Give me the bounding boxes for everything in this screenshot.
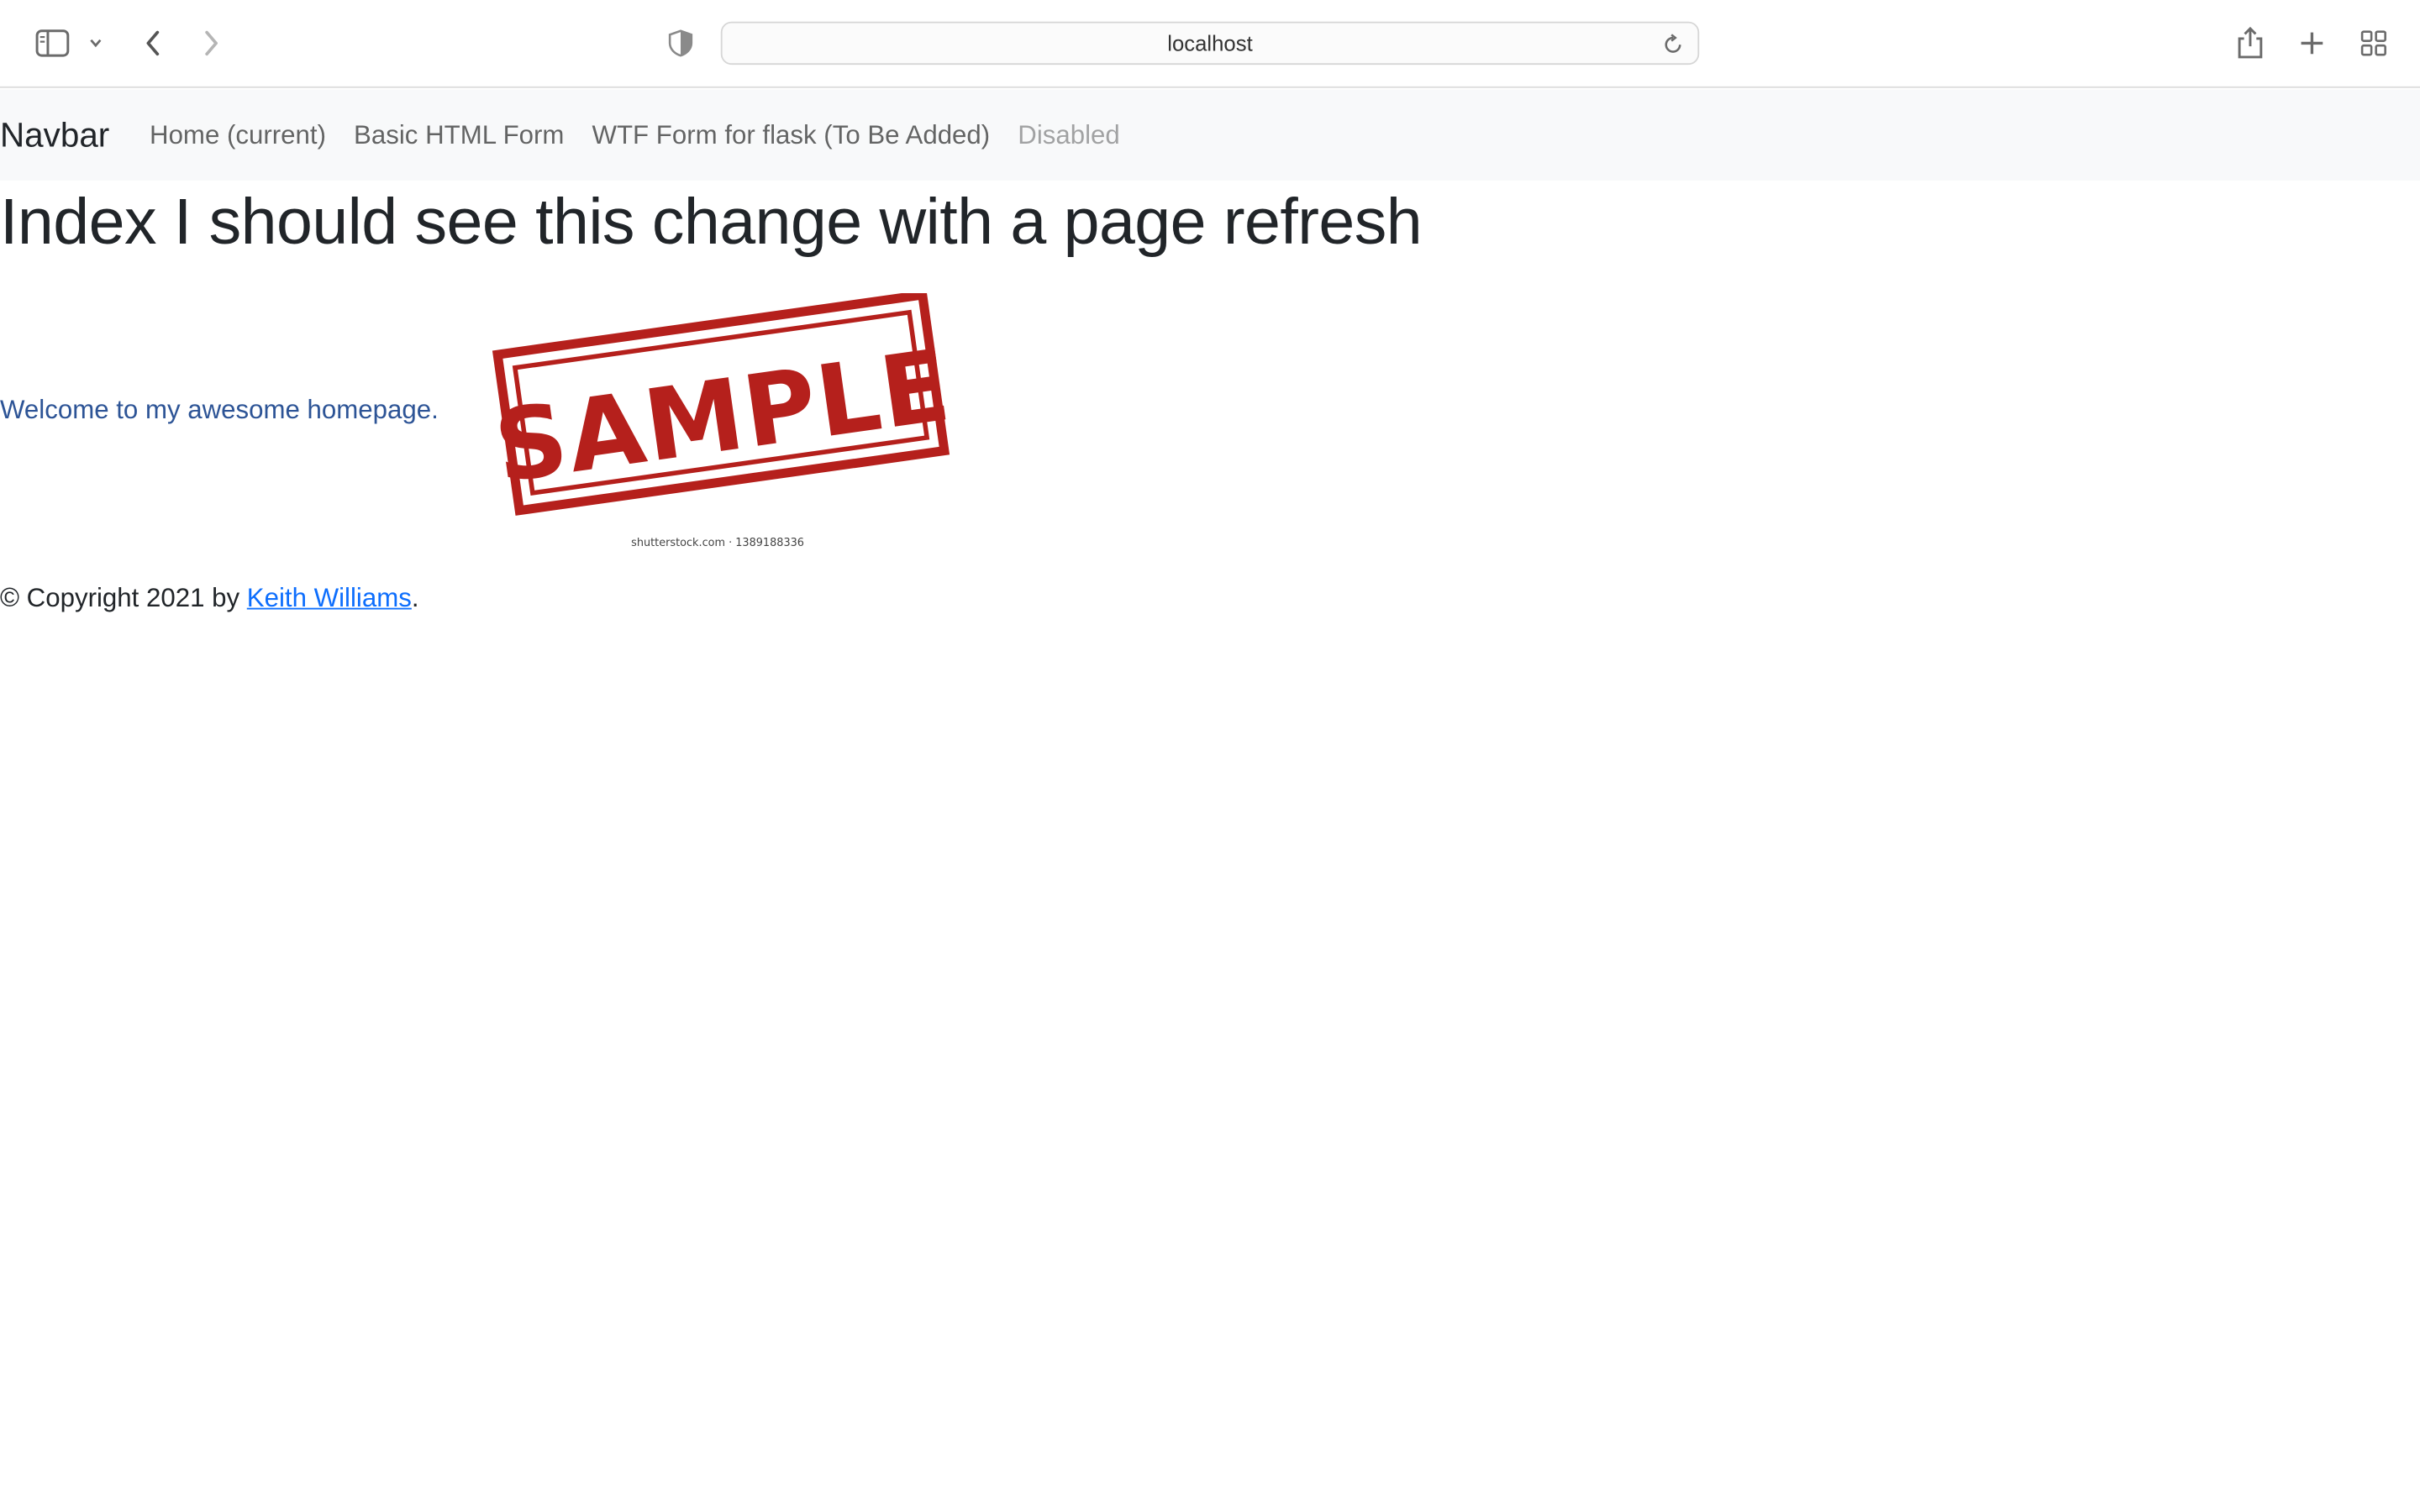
navbar: Navbar Home (current) Basic HTML Form WT… [0,89,2420,181]
nav-link-basic-html-form[interactable]: Basic HTML Form [354,119,564,150]
nav-link-disabled: Disabled [1018,119,1120,150]
page-title: Index I should see this change with a pa… [0,185,1423,258]
sidebar-icon[interactable] [28,22,77,65]
navbar-brand[interactable]: Navbar [0,115,109,155]
shield-icon[interactable] [660,22,701,65]
footer-prefix: © Copyright 2021 by [0,583,247,613]
browser-toolbar: localhost [0,0,2420,88]
tab-overview-icon[interactable] [2352,22,2395,65]
forward-arrow-icon[interactable] [192,22,232,65]
welcome-text: Welcome to my awesome homepage. [0,395,439,425]
reload-icon[interactable] [1658,29,1689,60]
footer: © Copyright 2021 by Keith Williams. [0,583,419,614]
nav-link-home[interactable]: Home (current) [150,119,326,150]
chevron-down-icon[interactable] [82,22,109,65]
footer-suffix: . [411,583,419,613]
back-arrow-icon[interactable] [133,22,173,65]
sample-stamp-image: SAMPLE shutterstock.com · 1389188336 [485,289,958,555]
nav-link-wtf-form[interactable]: WTF Form for flask (To Be Added) [592,119,991,150]
address-bar[interactable]: localhost [720,21,1700,66]
plus-icon[interactable] [2291,22,2333,65]
address-text: localhost [1167,30,1253,56]
share-icon[interactable] [2228,22,2271,65]
image-caption: shutterstock.com · 1389188336 [631,537,804,549]
author-link[interactable]: Keith Williams [247,583,412,612]
